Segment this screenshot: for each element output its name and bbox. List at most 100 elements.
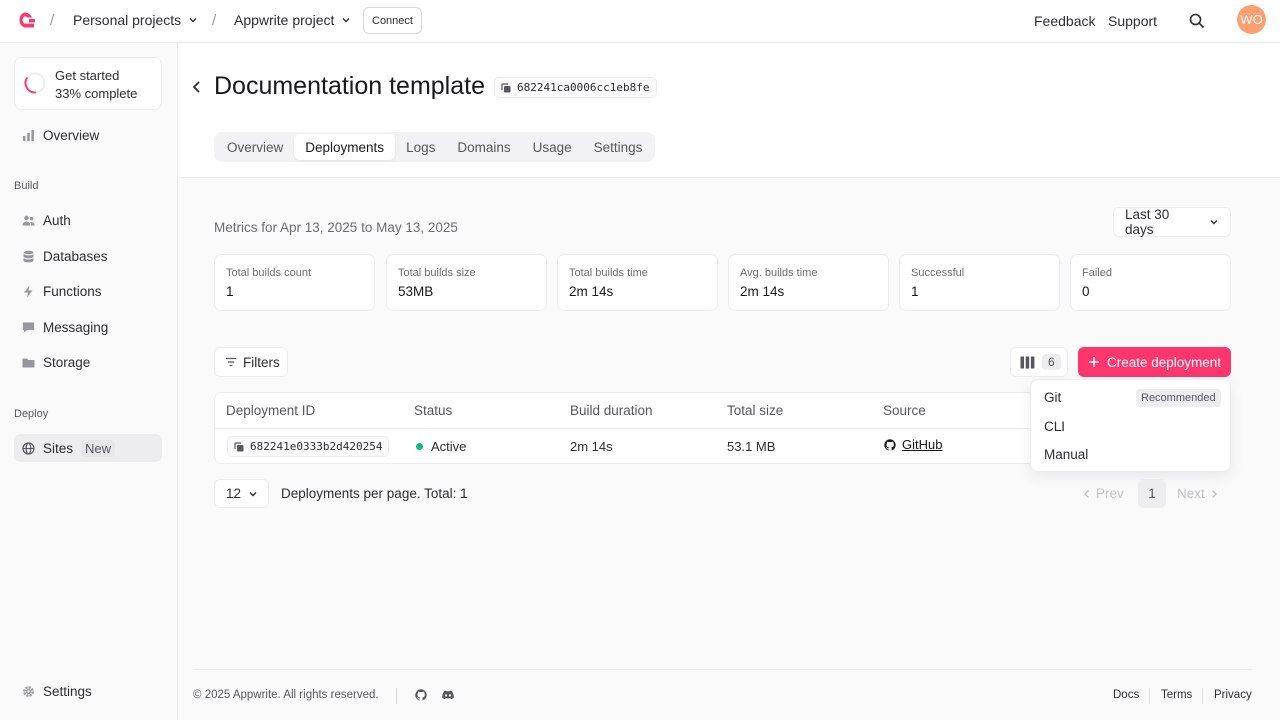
date-range-select[interactable]: Last 30 days xyxy=(1113,207,1231,237)
metric-card-successful: Successful 1 xyxy=(899,254,1060,311)
appwrite-logo-icon[interactable] xyxy=(14,9,38,33)
create-deployment-label: Create deployment xyxy=(1106,354,1222,370)
metric-value: 1 xyxy=(911,284,919,299)
sidebar-item-overview[interactable]: Overview xyxy=(14,121,162,149)
github-source-link[interactable]: GitHub xyxy=(902,437,942,452)
footer-link-terms[interactable]: Terms xyxy=(1161,689,1192,701)
progress-ring-icon xyxy=(24,72,46,94)
new-badge: New xyxy=(81,439,116,457)
sidebar-item-label: Functions xyxy=(43,283,102,299)
discord-icon[interactable] xyxy=(442,689,454,701)
tab-deployments[interactable]: Deployments xyxy=(294,134,396,160)
sidebar-item-messaging[interactable]: Messaging xyxy=(14,313,162,341)
menu-item-git[interactable]: Git xyxy=(1044,390,1061,405)
tab-domains[interactable]: Domains xyxy=(446,134,521,160)
tab-settings[interactable]: Settings xyxy=(583,134,654,160)
per-page-select[interactable]: 12 xyxy=(214,479,269,508)
breadcrumb-project-label: Appwrite project xyxy=(234,12,335,28)
recommended-badge: Recommended xyxy=(1136,389,1221,407)
sidebar-item-functions[interactable]: Functions xyxy=(14,277,162,305)
chevron-right-icon xyxy=(1211,489,1217,498)
user-avatar[interactable]: WO xyxy=(1237,5,1266,34)
search-icon[interactable] xyxy=(1188,12,1206,30)
deployment-id-copy-chip[interactable]: 682241e0333b2d420254 xyxy=(227,436,390,457)
sidebar-item-label: Auth xyxy=(43,212,71,228)
columns-icon xyxy=(1020,356,1035,368)
menu-item-cli[interactable]: CLI xyxy=(1044,419,1065,434)
column-header-deployment-id[interactable]: Deployment ID xyxy=(226,403,315,418)
page-title: Documentation template xyxy=(214,72,485,100)
feedback-link[interactable]: Feedback xyxy=(1034,13,1095,29)
tab-overview[interactable]: Overview xyxy=(216,134,294,160)
sidebar-section-deploy: Deploy xyxy=(14,408,49,420)
site-id-copy-chip[interactable]: 682241ca0006cc1eb8fe xyxy=(494,77,658,98)
deployment-id-text: 682241e0333b2d420254 xyxy=(250,440,383,453)
footer-separator xyxy=(1202,688,1203,704)
breadcrumb-project[interactable]: Appwrite project xyxy=(234,12,352,28)
column-header-total-size[interactable]: Total size xyxy=(727,403,783,418)
sidebar-section-build: Build xyxy=(14,180,39,192)
metric-card-failed: Failed 0 xyxy=(1070,254,1231,311)
status-cell: Active xyxy=(416,439,466,454)
database-icon xyxy=(23,250,34,262)
column-header-status[interactable]: Status xyxy=(414,403,452,418)
columns-count-badge: 6 xyxy=(1042,354,1061,370)
breadcrumb-organization[interactable]: Personal projects xyxy=(73,12,199,28)
globe-icon xyxy=(22,441,35,455)
metric-label: Failed xyxy=(1082,267,1112,279)
get-started-title: Get started xyxy=(55,68,120,83)
get-started-card[interactable]: Get started 33% complete xyxy=(14,57,162,110)
build-duration-cell: 2m 14s xyxy=(570,439,613,454)
footer-link-docs[interactable]: Docs xyxy=(1113,689,1139,701)
menu-item-manual[interactable]: Manual xyxy=(1044,447,1088,462)
copy-icon xyxy=(501,82,511,92)
sidebar-item-auth[interactable]: Auth xyxy=(14,206,162,234)
chevron-down-icon xyxy=(189,18,197,23)
sidebar-item-settings[interactable]: Settings xyxy=(14,677,162,705)
sidebar-item-sites[interactable]: Sites New xyxy=(14,434,162,462)
copyright-text: 2025 Appwrite. All rights reserved. xyxy=(204,689,379,701)
date-range-value: Last 30 days xyxy=(1125,207,1170,237)
metric-value: 2m 14s xyxy=(569,284,614,299)
connect-button[interactable]: Connect xyxy=(363,7,422,34)
footer-divider xyxy=(193,669,1252,670)
metric-card-total-builds-count: Total builds count 1 xyxy=(214,254,375,311)
column-header-source[interactable]: Source xyxy=(883,403,926,418)
github-icon xyxy=(884,438,896,450)
bar-chart-icon xyxy=(23,129,34,141)
prev-label: Prev xyxy=(1096,486,1124,501)
chevron-down-icon xyxy=(1210,220,1218,225)
page-number-button[interactable]: 1 xyxy=(1138,479,1166,508)
filters-button[interactable]: Filters xyxy=(214,347,288,377)
metric-value: 2m 14s xyxy=(740,284,785,299)
column-header-build-duration[interactable]: Build duration xyxy=(570,403,653,418)
copyright-icon: © xyxy=(193,689,202,701)
get-started-progress: 33% complete xyxy=(55,86,138,101)
gear-icon xyxy=(23,685,34,697)
tab-usage[interactable]: Usage xyxy=(522,134,583,160)
source-cell: GitHub xyxy=(884,437,942,452)
chevron-down-icon xyxy=(342,18,350,23)
sidebar-item-storage[interactable]: Storage xyxy=(14,348,162,376)
sidebar-item-label: Settings xyxy=(43,683,92,699)
metric-label: Total builds count xyxy=(226,267,311,279)
sidebar-item-databases[interactable]: Databases xyxy=(14,242,162,270)
support-link[interactable]: Support xyxy=(1108,13,1157,29)
columns-toggle-button[interactable]: 6 xyxy=(1010,347,1068,377)
prev-page-button[interactable]: Prev xyxy=(1082,486,1124,501)
github-icon[interactable] xyxy=(415,689,427,701)
sidebar-item-label: Overview xyxy=(43,127,100,143)
tab-logs[interactable]: Logs xyxy=(395,134,446,160)
metric-card-avg-builds-time: Avg. builds time 2m 14s xyxy=(728,254,889,311)
create-deployment-button[interactable]: Create deployment xyxy=(1078,347,1231,377)
metric-label: Avg. builds time xyxy=(740,267,818,279)
footer-separator xyxy=(1149,688,1150,704)
next-page-button[interactable]: Next xyxy=(1177,486,1219,501)
footer-link-privacy[interactable]: Privacy xyxy=(1214,689,1252,701)
sidebar: Get started 33% complete Overview Build … xyxy=(0,43,178,720)
footer-copyright: © 2025 Appwrite. All rights reserved. xyxy=(193,689,379,701)
total-size-cell: 53.1 MB xyxy=(727,439,776,454)
back-chevron-icon[interactable] xyxy=(190,78,204,96)
footer-separator xyxy=(396,688,397,704)
page-tabs: Overview Deployments Logs Domains Usage … xyxy=(214,132,656,162)
